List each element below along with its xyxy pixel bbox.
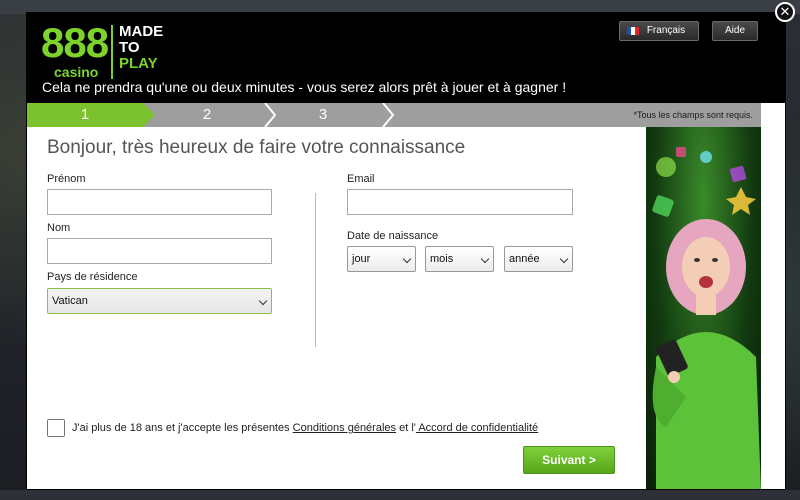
last-name-label: Nom [47,222,71,234]
last-name-input[interactable] [47,238,272,264]
modal-right-margin [761,103,785,489]
logo-casino-text: casino [54,64,99,80]
chevron-down-icon [258,296,268,306]
chevron-down-icon [402,254,412,264]
column-divider [315,193,316,347]
language-button[interactable]: Français [619,21,699,41]
chevron-down-icon [480,254,490,264]
first-name-label: Prénom [47,173,86,185]
help-button[interactable]: Aide [712,21,758,41]
logo-slogan-line3: PLAY [119,55,158,72]
header-tagline: Cela ne prendra qu'une ou deux minutes -… [42,79,567,95]
birthdate-label: Date de naissance [347,230,439,242]
modal-header: 888 casino MADE TO PLAY Cela ne prendra … [27,13,785,103]
email-input[interactable] [347,189,573,215]
country-value: Vatican [52,295,88,307]
logo-slogan-line2: TO [119,39,140,56]
promo-illustration [652,147,761,489]
form-title: Bonjour, très heureux de faire votre con… [47,137,466,158]
country-select[interactable]: Vatican [47,288,272,314]
privacy-agreement-link[interactable]: Accord de confidentialité [416,422,538,434]
france-flag-icon [627,27,639,35]
required-fields-note: *Tous les champs sont requis. [633,110,753,120]
next-button[interactable]: Suivant > [523,446,615,474]
close-icon[interactable]: ✕ [775,2,795,22]
background-bottom-bar [0,490,800,500]
language-label: Français [646,25,686,36]
terms-checkbox[interactable] [47,419,65,437]
logo-number: 888 [41,19,109,66]
logo-divider [111,25,113,79]
birth-month-select[interactable]: mois [425,246,494,272]
email-label: Email [347,173,375,185]
birth-year-value: année [509,253,540,265]
country-label: Pays de résidence [47,271,138,283]
birth-year-select[interactable]: année [504,246,573,272]
terms-text-mid: et l' [396,422,416,434]
first-name-input[interactable] [47,189,272,215]
promo-image [646,127,761,489]
terms-conditions-link[interactable]: Conditions générales [293,422,396,434]
chevron-down-icon [559,254,569,264]
registration-modal: 888 casino MADE TO PLAY Cela ne prendra … [26,12,786,490]
logo-slogan: MADE TO PLAY [119,24,179,72]
birth-day-select[interactable]: jour [347,246,416,272]
birth-month-value: mois [430,253,454,265]
terms-text: J'ai plus de 18 ans et j'accepte les pré… [72,422,538,434]
logo-slogan-line1: MADE [119,23,164,40]
terms-text-before: J'ai plus de 18 ans et j'accepte les pré… [72,422,293,434]
birth-day-value: jour [352,253,371,265]
